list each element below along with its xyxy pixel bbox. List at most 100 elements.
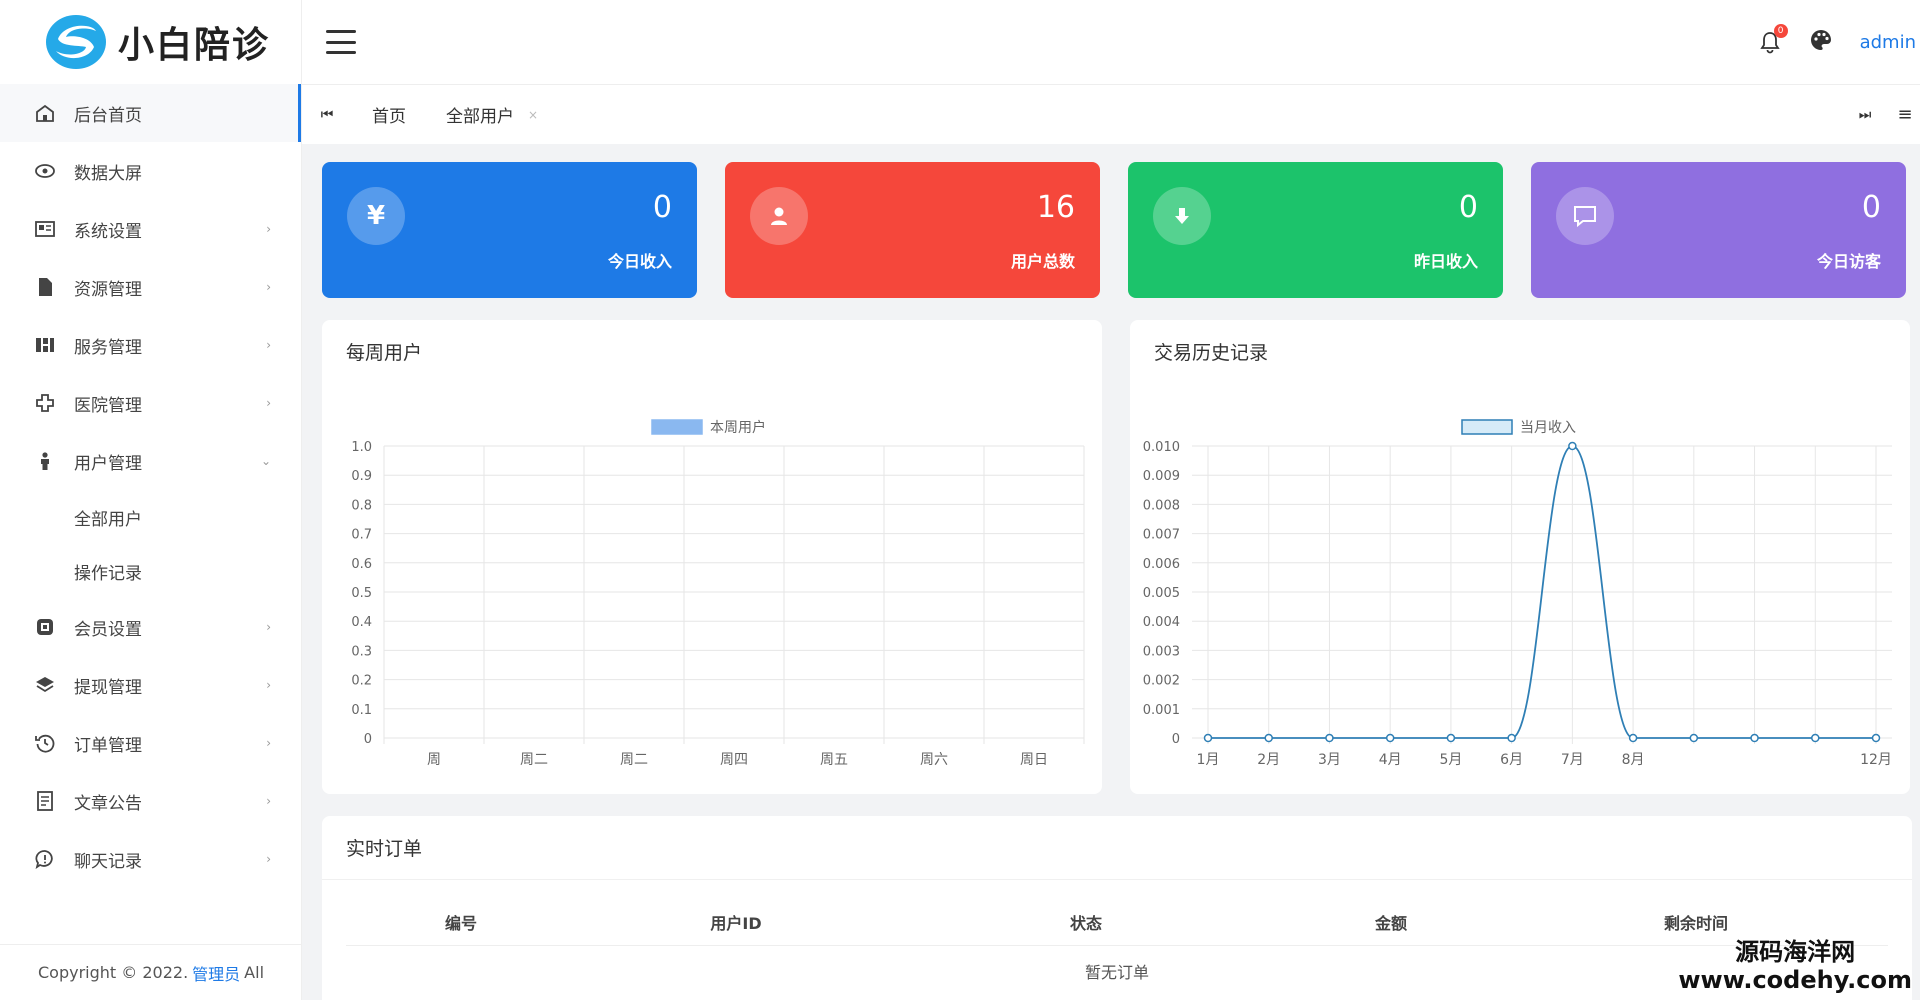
y-tick-label: 0.5 bbox=[351, 586, 372, 601]
stat-cards: ¥ 0 今日收入 16 用户总数 0 昨日收入 0 今日访客 bbox=[322, 162, 1912, 298]
stat-card-yesterday-income[interactable]: 0 昨日收入 bbox=[1128, 162, 1503, 298]
transaction-history-chart: 0 0.001 0.002 0.003 0.004 0.005 0.006 0.007 0.00… bbox=[1143, 419, 1892, 768]
data-point bbox=[1750, 733, 1759, 743]
tab-bar: ⏮ 首页 全部用户 × ⏭ ≡ bbox=[302, 84, 1920, 144]
notification-bell-icon[interactable]: 0 bbox=[1758, 24, 1788, 54]
orders-empty-state: 暂无订单 bbox=[1084, 963, 1149, 982]
sidebar-item-members[interactable]: 会员设置 › bbox=[0, 598, 301, 656]
sidebar-item-withdrawals[interactable]: 提现管理 › bbox=[0, 656, 301, 714]
y-tick-label: 1.0 bbox=[351, 440, 372, 455]
weekly-users-chart: 0 0.1 0.2 0.3 0.4 0.5 0.6 0.7 0.8 0.9 1.0 周 周二 周二 周四 周五… bbox=[351, 419, 1085, 768]
charts-row: 每周用户 0 0.1 0.2 0.3 0.4 0.5 0.6 0.7 0.8 0.9 1.0 周周二周… bbox=[322, 320, 1912, 794]
x-tick-label: 周六 bbox=[920, 752, 948, 768]
eye-icon bbox=[34, 160, 56, 182]
brand-logo[interactable]: 小白陪诊 bbox=[0, 0, 301, 84]
sidebar-item-hospitals[interactable]: 医院管理 › bbox=[0, 374, 301, 432]
orders-title: 实时订单 bbox=[322, 816, 1912, 880]
sidebar-subitem-all-users[interactable]: 全部用户 bbox=[0, 490, 301, 544]
message-icon bbox=[1556, 187, 1614, 245]
orders-header-row: 编号 用户ID 状态 金额 剩余时间 bbox=[346, 898, 1888, 946]
stat-label: 今日访客 bbox=[1816, 252, 1881, 271]
y-tick-label: 0.2 bbox=[351, 674, 372, 689]
sidebar-item-system-settings[interactable]: 系统设置 › bbox=[0, 200, 301, 258]
stat-card-total-users[interactable]: 16 用户总数 bbox=[725, 162, 1100, 298]
column-header-remaining-time[interactable]: 剩余时间 bbox=[1506, 910, 1886, 934]
grid-icon bbox=[34, 334, 56, 356]
sidebar-item-resources[interactable]: 资源管理 › bbox=[0, 258, 301, 316]
x-tick-label: 1月 bbox=[1197, 752, 1220, 768]
logo-icon bbox=[46, 15, 106, 69]
sidebar-subitem-operation-log[interactable]: 操作记录 bbox=[0, 544, 301, 598]
sidebar-item-orders[interactable]: 订单管理 › bbox=[0, 714, 301, 772]
data-point bbox=[1264, 733, 1273, 743]
stat-value: 0 bbox=[652, 190, 672, 225]
y-tick-label: 0 bbox=[364, 732, 372, 747]
stat-label: 昨日收入 bbox=[1413, 252, 1478, 271]
x-tick-label: 2月 bbox=[1257, 752, 1280, 768]
sidebar-nav: 后台首页 数据大屏 系统设置 › 资源管理 › 服务管理 › 医院管理 › 用户… bbox=[0, 84, 301, 888]
member-icon bbox=[34, 616, 56, 638]
tab-scroll-right-icon[interactable]: ⏭ bbox=[1840, 107, 1890, 123]
document-icon bbox=[34, 790, 56, 812]
cross-icon bbox=[34, 392, 56, 414]
x-tick-label: 7月 bbox=[1561, 752, 1584, 768]
weekly-users-card: 每周用户 0 0.1 0.2 0.3 0.4 0.5 0.6 0.7 0.8 0.9 1.0 周周二周… bbox=[322, 320, 1102, 794]
stat-card-today-income[interactable]: ¥ 0 今日收入 bbox=[322, 162, 697, 298]
column-header-user-id[interactable]: 用户ID bbox=[576, 910, 896, 934]
yen-icon: ¥ bbox=[347, 187, 405, 245]
tab-menu-icon[interactable]: ≡ bbox=[1890, 104, 1920, 125]
sidebar-item-bigscreen[interactable]: 数据大屏 bbox=[0, 142, 301, 200]
y-tick-label: 0.4 bbox=[351, 615, 372, 630]
y-tick-label: 0.009 bbox=[1143, 469, 1180, 484]
sidebar-item-chats[interactable]: 聊天记录 › bbox=[0, 830, 301, 888]
history-icon bbox=[34, 732, 56, 754]
data-point bbox=[1385, 733, 1395, 743]
sidebar-item-dashboard[interactable]: 后台首页 bbox=[0, 84, 301, 142]
download-icon bbox=[1153, 187, 1211, 245]
sidebar-item-articles[interactable]: 文章公告 › bbox=[0, 772, 301, 830]
data-point bbox=[1325, 733, 1334, 743]
x-tick-label: 4月 bbox=[1379, 752, 1402, 768]
tab-home[interactable]: 首页 bbox=[352, 85, 426, 145]
menu-toggle-icon[interactable] bbox=[326, 30, 356, 54]
tab-scroll-left-icon[interactable]: ⏮ bbox=[302, 107, 352, 123]
y-tick-label: 0.3 bbox=[351, 644, 372, 659]
x-tick-label: 周二 bbox=[620, 752, 648, 768]
y-tick-label: 0.002 bbox=[1143, 674, 1180, 689]
y-tick-label: 0.010 bbox=[1143, 440, 1180, 455]
y-tick-label: 0.008 bbox=[1143, 498, 1180, 513]
data-point bbox=[1871, 733, 1881, 743]
y-tick-label: 0.001 bbox=[1143, 703, 1180, 718]
stat-label: 用户总数 bbox=[1010, 252, 1075, 271]
palette-icon[interactable] bbox=[1810, 29, 1832, 55]
stat-label: 今日收入 bbox=[607, 252, 672, 271]
tab-all-users[interactable]: 全部用户 × bbox=[426, 85, 558, 145]
x-tick-label: 3月 bbox=[1318, 752, 1341, 768]
copyright: Copyright © 2022. 管理员 All bbox=[0, 944, 302, 1000]
tab-close-icon[interactable]: × bbox=[528, 108, 538, 122]
x-tick-label: 周四 bbox=[720, 752, 748, 768]
settings-card-icon bbox=[34, 218, 56, 240]
x-tick-label: 周二 bbox=[520, 752, 548, 768]
sidebar-item-users[interactable]: 用户管理 ⌄ bbox=[0, 432, 301, 490]
user-menu[interactable]: admin bbox=[1860, 32, 1916, 53]
watermark: 源码海洋网 www.codehy.com bbox=[1678, 938, 1912, 994]
user-icon bbox=[750, 187, 808, 245]
y-tick-label: 0 bbox=[1172, 732, 1180, 747]
legend-label: 当月收入 bbox=[1520, 420, 1576, 436]
y-tick-label: 0.007 bbox=[1143, 528, 1180, 543]
data-point bbox=[1446, 733, 1456, 743]
legend-swatch bbox=[651, 419, 703, 435]
sidebar-item-services[interactable]: 服务管理 › bbox=[0, 316, 301, 374]
y-tick-label: 0.005 bbox=[1143, 586, 1180, 601]
column-header-amount[interactable]: 金额 bbox=[1276, 910, 1506, 934]
stat-card-today-visitors[interactable]: 0 今日访客 bbox=[1531, 162, 1906, 298]
y-tick-label: 0.9 bbox=[351, 469, 372, 484]
copyright-admin-link[interactable]: 管理员 bbox=[192, 961, 240, 985]
x-tick-label: 周五 bbox=[820, 752, 848, 768]
column-header-status[interactable]: 状态 bbox=[896, 910, 1276, 934]
stat-value: 0 bbox=[1861, 190, 1881, 225]
y-tick-label: 0.8 bbox=[351, 498, 372, 513]
data-point bbox=[1568, 441, 1577, 451]
column-header-id[interactable]: 编号 bbox=[346, 910, 576, 934]
